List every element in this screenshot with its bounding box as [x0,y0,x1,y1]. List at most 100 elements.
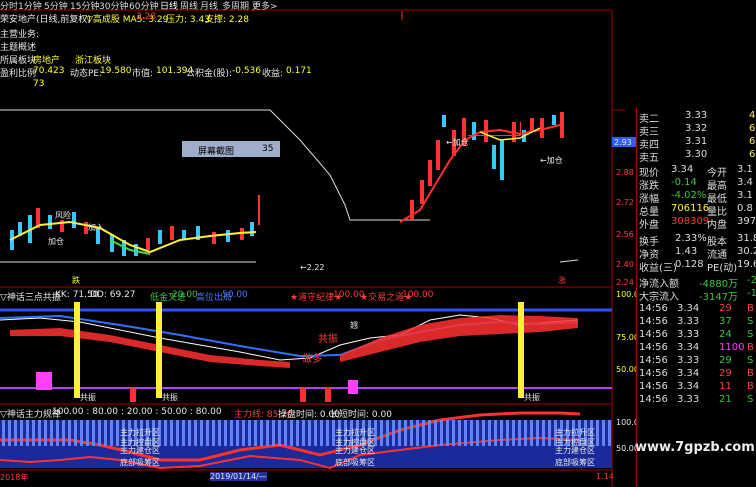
tick-dir: B [747,381,754,392]
tick-row: 14:56 3.33 24 S [637,329,756,342]
tick-dir: S [747,329,754,340]
tick-vol: 29 [719,303,732,314]
screenshot-label: 屏幕截图 [198,147,235,157]
ytick-5: 2.24 [616,278,634,287]
stat2-row: 换手2.33%股本31.8 [637,233,756,248]
ind1-sell-val: 50.00 [222,290,248,300]
flow-suffix: -1 [747,288,756,299]
stat2-value: 2.33% [675,233,707,244]
tick-price: 3.34 [677,342,700,353]
sell-vol: 6 [749,149,756,160]
ma-green [109,239,151,255]
tick-row: 14:56 3.33 37 S [637,316,756,329]
stat2-row: 收益(三)0.128PE(动)19.6 [637,259,756,274]
ind1-mid-3: 翘 [350,321,358,330]
tick-time: 14:56 [639,303,668,314]
tick-dir: S [747,355,754,366]
tick-time: 14:56 [639,394,668,405]
tick-dir: B [747,368,754,379]
candles [10,112,564,256]
ind2-vals: 100.00 : 80.00 : 20.00 : 50.00 : 80.00 [52,407,222,417]
ind1-mark-3: 共振 [524,393,540,402]
annot-jiacang: 加仓 [48,237,64,246]
stat-value-2: 3.1 [737,164,753,175]
mark-die: 跌 [72,276,80,285]
stat-label-2: 内盘 [707,220,727,231]
stat-row: 涨幅 -4.02% 最低 3.1 [637,190,756,205]
ytick-2: 2.72 [616,198,634,207]
info-line-1: 主营业务: [0,30,40,40]
tick-row: 14:56 3.34 29 B [637,368,756,381]
stat2-value-2: 30.2 [737,246,756,257]
date-right: 1.14 [596,472,614,481]
ind2-zone-xichou-3: 底部吸筹区 [555,458,595,467]
sector-2: 浙江板块 [75,56,112,66]
tick-price: 3.34 [677,381,700,392]
fund-label: 公积金(股): [186,69,233,79]
ind2-zone-jiancang: 主力建仓区 [120,446,160,455]
sell-vol: 6 [749,123,756,134]
flow-row: 净流入额 -4880万 -2 [637,275,756,290]
stat-value-2: 0.8 [737,203,753,214]
stat2-value-2: 19.6 [737,259,756,270]
ind1-dd: DD: 69.27 [90,290,136,300]
sell-price: 3.32 [685,123,708,134]
date-mid: 2019/01/14/— [210,472,267,481]
price-box-label: 2.93 [614,138,632,147]
tick-time: 14:56 [639,342,668,353]
stat2-value: 1.43 [675,246,698,257]
sell-vol: 4 [749,110,756,121]
flow-label: 大宗流入 [639,292,679,303]
ma-value: 3.28 [136,12,157,22]
stat-value-2: 3970 [737,216,756,227]
profit-label: 收益: [262,69,284,79]
stat-label: 外盘 [639,220,659,231]
ytick-1: 2.88 [616,168,634,177]
flow-value: -3147万 [699,292,739,303]
annot-jiacang-2: ←加仓 [446,138,469,147]
stat-row: 涨跌 -0.14 最高 3.4 [637,177,756,192]
ratio: 70.423 [33,66,65,76]
sell-row: 卖二 3.33 4 [637,110,756,125]
tick-vol: 1100 [719,342,745,353]
sector-1: 房地产 [33,56,61,66]
flow-suffix: -2 [747,275,756,286]
stat2-value-2: 31.8 [737,233,756,244]
mark-zhang: 涨 [558,276,566,285]
tick-price: 3.34 [677,303,700,314]
support-label: 支撑: 2.28 [205,15,249,25]
ind1-golden-val: 20.00 [172,290,198,300]
stat-value: 3.34 [671,164,694,175]
stat-row: 总量 706116 量比 0.8 [637,203,756,218]
ind2-zone-jiancang-2: 主力建仓区 [335,446,375,455]
tick-dir: S [747,316,754,327]
num-73: 73 [33,79,45,89]
ma-red [399,124,561,223]
date-left: 2018年 [0,473,29,482]
sell-row: 卖五 3.30 6 [637,149,756,164]
ind1-mid-2: 共振 [318,334,338,345]
red-area [340,315,578,362]
tick-time: 14:56 [639,368,668,379]
stat-row: 现价 3.34 今开 3.1 [637,164,756,179]
annot-jiaru: 加入 [88,223,104,232]
stat-value: 308309 [671,216,710,227]
stat-value: -4.02% [671,190,707,201]
mktcap-label: 市值: [132,69,154,79]
pe-label: 动态PE: [70,69,103,79]
tick-time: 14:56 [639,316,668,327]
tick-price: 3.33 [677,394,700,405]
watermark: www.7gpzb.com [635,440,755,455]
tick-dir: B [747,303,754,314]
stock-title: 荣安地产(日线,前复权) [0,15,91,25]
ind1-r2-val: 100.00 [402,290,434,300]
stat2-row: 净资1.43流通30.2 [637,246,756,261]
sell-label: 卖五 [639,153,659,164]
ytick-4: 2.40 [616,260,634,269]
stat-row: 外盘 308309内盘 3970 [637,216,756,231]
tick-dir: B [747,342,754,353]
ind2-zone-xichou-2: 底部吸筹区 [335,458,375,467]
quote-sidebar: 卖二 3.33 4 卖三 3.32 6 卖四 3.31 6 卖五 3.30 6 现价 3.34 今开 3.1 涨… [636,108,756,487]
tick-row: 14:56 3.34 11 B [637,381,756,394]
ind1-mid-1: 做多 [302,354,322,365]
